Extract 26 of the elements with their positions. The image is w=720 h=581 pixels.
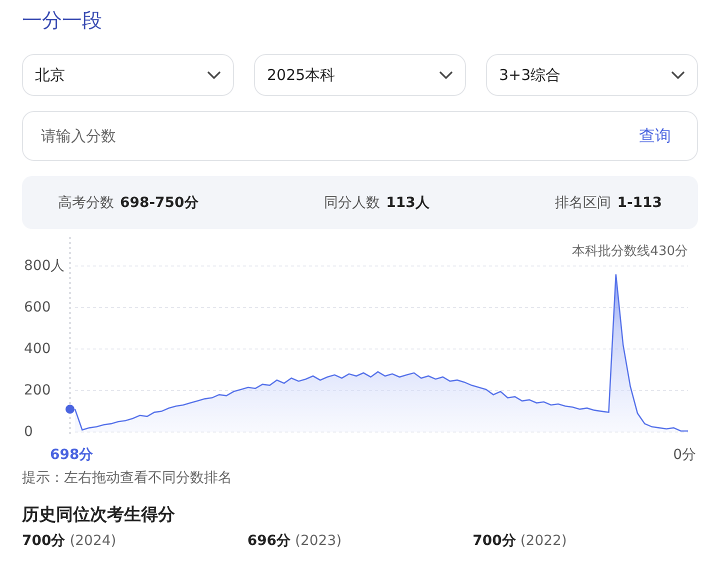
axis-label: 0 (24, 424, 33, 440)
cursor-dot[interactable] (66, 404, 74, 414)
history-score: 700分 (2022) (472, 532, 567, 550)
axis-label: 200 (24, 382, 51, 398)
page-title: 一分一段 (22, 7, 102, 34)
history-score: 700分 (2024) (22, 532, 116, 550)
chevron-down-icon (439, 70, 453, 80)
axis-label: 400 (24, 340, 51, 357)
score-label: 0分 (673, 447, 696, 463)
chevron-down-icon (207, 70, 221, 80)
dropdown[interactable]: 北京 (22, 54, 234, 96)
stat-text: 同分人数 113人 (324, 194, 430, 212)
section-title: 历史同位次考生得分 (22, 504, 175, 526)
annotation-label: 本科批分数线430分 (572, 244, 688, 259)
query-button[interactable]: 查询 (629, 122, 681, 150)
hint-text: 提示：左右拖动查看不同分数排名 (22, 469, 232, 487)
chevron-down-icon (671, 70, 685, 80)
axis-label: 600 (24, 299, 51, 316)
stat-text: 高考分数 698-750分 (58, 194, 198, 212)
score-field[interactable]: 请输入分数 查询 (22, 111, 698, 161)
axis-label: 800人 (24, 258, 65, 274)
score-label: 698分 (50, 447, 94, 463)
stat-text: 排名区间 1-113 (555, 194, 662, 212)
dropdown[interactable]: 2025本科 (254, 54, 466, 96)
dropdown[interactable]: 3+3综合 (486, 54, 698, 96)
history-score: 696分 (2023) (247, 532, 342, 550)
